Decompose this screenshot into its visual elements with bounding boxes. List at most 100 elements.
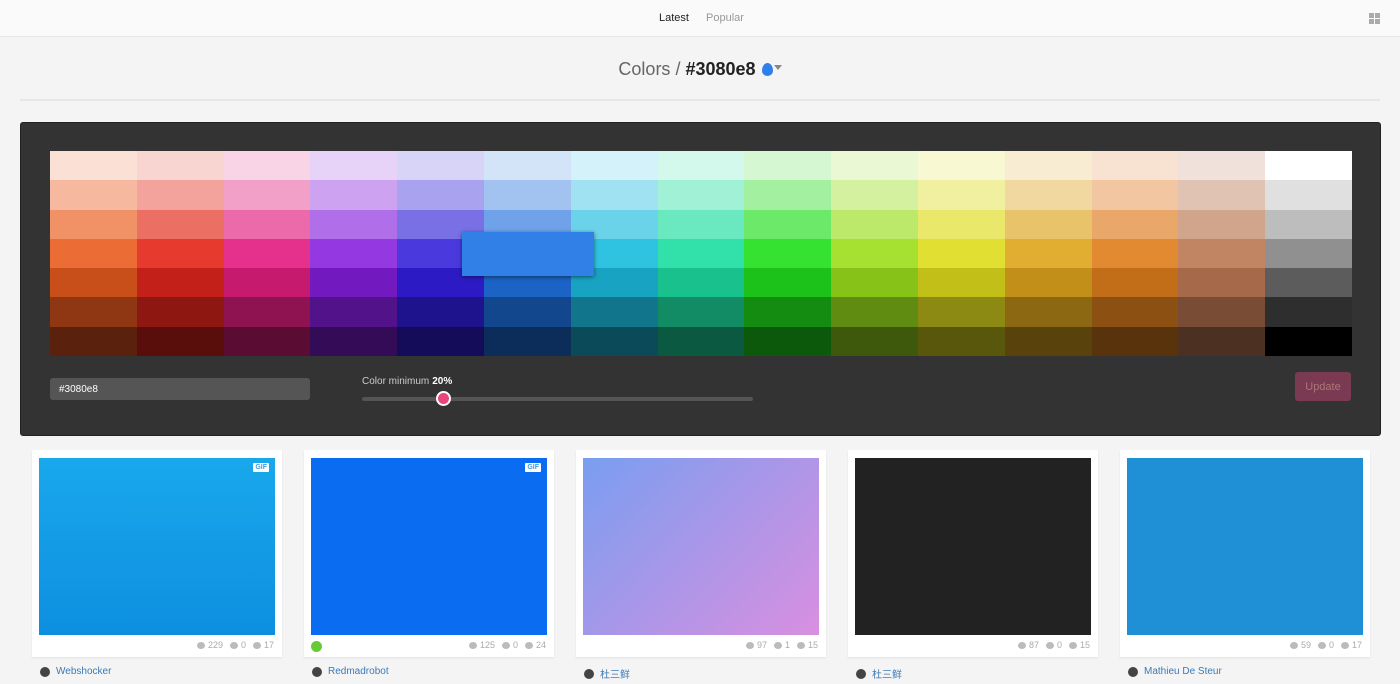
color-swatch[interactable] [658,327,745,356]
color-swatch[interactable] [484,151,571,180]
color-swatch[interactable] [1092,180,1179,209]
color-swatch[interactable] [831,151,918,180]
color-swatch[interactable] [310,239,397,268]
color-swatch[interactable] [1265,151,1352,180]
color-swatch[interactable] [918,210,1005,239]
color-swatch[interactable] [224,297,311,326]
color-swatch[interactable] [137,151,224,180]
breadcrumb-colors[interactable]: Colors [618,59,670,79]
color-swatch[interactable] [224,327,311,356]
color-swatch[interactable] [918,327,1005,356]
color-swatch[interactable] [50,239,137,268]
color-swatch[interactable] [50,268,137,297]
color-swatch[interactable] [744,151,831,180]
shot-card[interactable]: GIF 125 0 24 [304,450,554,657]
color-swatch[interactable] [397,151,484,180]
likes-count[interactable]: 24 [525,640,546,650]
color-swatch[interactable] [744,327,831,356]
color-swatch[interactable] [918,297,1005,326]
color-swatch[interactable] [1092,327,1179,356]
color-swatch[interactable] [224,268,311,297]
color-swatch[interactable] [831,239,918,268]
author-name[interactable]: 杜三鲜 [600,666,630,681]
color-swatch[interactable] [1178,239,1265,268]
color-swatch[interactable] [137,327,224,356]
shot-thumbnail[interactable] [583,458,819,635]
shot-thumbnail[interactable]: GIF [39,458,275,635]
tab-latest[interactable]: Latest [659,12,689,24]
color-swatch[interactable] [571,297,658,326]
color-swatch[interactable] [1178,297,1265,326]
color-swatch[interactable] [831,327,918,356]
color-swatch[interactable] [50,327,137,356]
color-swatch[interactable] [1005,210,1092,239]
color-swatch[interactable] [831,268,918,297]
color-swatch[interactable] [744,297,831,326]
color-swatch[interactable] [918,151,1005,180]
color-swatch[interactable] [397,297,484,326]
likes-count[interactable]: 15 [1069,640,1090,650]
color-swatch[interactable] [831,180,918,209]
color-swatch[interactable] [137,239,224,268]
color-swatch[interactable] [1178,327,1265,356]
color-swatch[interactable] [571,151,658,180]
author-link[interactable]: Webshocker [40,666,111,677]
shot-card[interactable]: 59 0 17 [1120,450,1370,657]
color-swatch[interactable] [1265,239,1352,268]
color-swatch[interactable] [1005,151,1092,180]
color-swatch[interactable] [571,180,658,209]
color-swatch[interactable] [137,268,224,297]
color-swatch[interactable] [744,180,831,209]
color-swatch[interactable] [224,239,311,268]
color-swatch[interactable] [658,180,745,209]
color-swatch[interactable] [484,327,571,356]
color-swatch[interactable] [1178,210,1265,239]
color-swatch[interactable] [658,297,745,326]
shot-thumbnail[interactable]: GIF [311,458,547,635]
color-swatch[interactable] [744,210,831,239]
color-swatch[interactable] [1178,268,1265,297]
color-swatch[interactable] [1005,327,1092,356]
author-name[interactable]: Mathieu De Steur [1144,666,1222,677]
color-swatch[interactable] [137,210,224,239]
color-swatch[interactable] [1005,268,1092,297]
color-swatch[interactable] [310,210,397,239]
color-swatch[interactable] [224,180,311,209]
author-name[interactable]: Redmadrobot [328,666,389,677]
color-swatch[interactable] [310,327,397,356]
color-swatch[interactable] [918,239,1005,268]
color-swatch[interactable] [1265,297,1352,326]
color-swatch[interactable] [1265,180,1352,209]
color-swatch[interactable] [1005,297,1092,326]
likes-count[interactable]: 17 [253,640,274,650]
color-swatch[interactable] [137,297,224,326]
color-swatch[interactable] [1005,239,1092,268]
color-swatch[interactable] [1265,268,1352,297]
color-swatch[interactable] [744,268,831,297]
color-swatch[interactable] [50,210,137,239]
color-swatch[interactable] [50,151,137,180]
color-swatch[interactable] [1178,151,1265,180]
author-link[interactable]: Redmadrobot [312,666,389,677]
hex-input[interactable] [50,378,310,400]
color-swatch[interactable] [658,210,745,239]
color-swatch[interactable] [1178,180,1265,209]
color-swatch[interactable] [1005,180,1092,209]
shot-thumbnail[interactable] [1127,458,1363,635]
color-swatch[interactable] [918,268,1005,297]
author-link[interactable]: Mathieu De Steur [1128,666,1222,677]
color-swatch[interactable] [484,180,571,209]
color-swatch[interactable] [1265,210,1352,239]
selected-swatch[interactable] [462,232,594,276]
shot-thumbnail[interactable] [855,458,1091,635]
color-swatch[interactable] [1265,327,1352,356]
update-button[interactable]: Update [1295,372,1351,401]
chevron-down-icon[interactable] [774,65,782,74]
tab-popular[interactable]: Popular [706,12,744,24]
color-swatch[interactable] [137,180,224,209]
color-drop-icon[interactable] [762,63,773,76]
color-swatch[interactable] [744,239,831,268]
likes-count[interactable]: 17 [1341,640,1362,650]
color-swatch[interactable] [658,268,745,297]
color-swatch[interactable] [50,297,137,326]
